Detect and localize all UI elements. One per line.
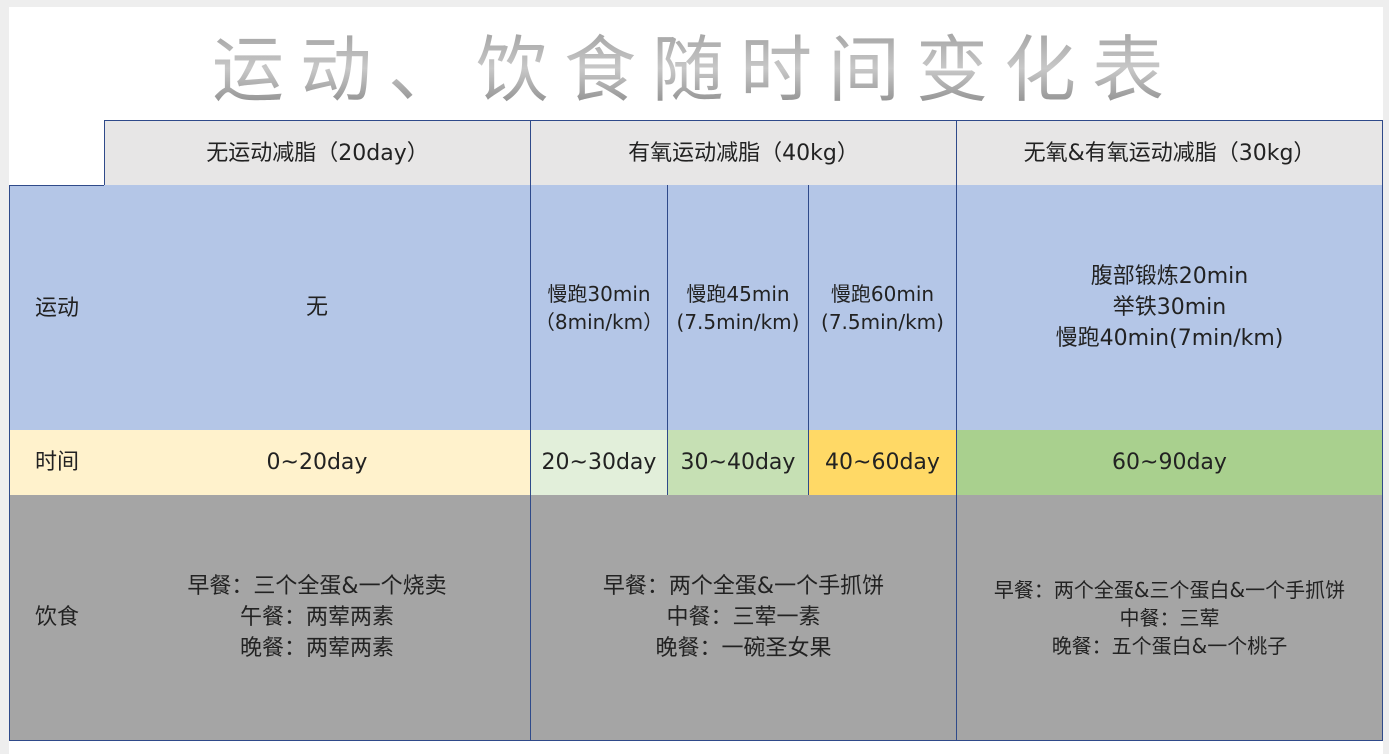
diet-line: 早餐：两个全蛋&三个蛋白&一个手抓饼	[993, 577, 1346, 602]
diet-line: 早餐：三个全蛋&一个烧卖	[187, 574, 447, 599]
time-phase2a: 20~30day	[531, 430, 668, 496]
exercise-line: 举铁30min	[1112, 295, 1227, 320]
header-label: 无运动减脂（20day）	[206, 140, 429, 166]
diet-line: 中餐：三荤一素	[666, 605, 821, 630]
diet-phase2: 早餐：两个全蛋&一个手抓饼 中餐：三荤一素 晚餐：一碗圣女果	[531, 495, 957, 741]
exercise-line: 慢跑45min	[686, 281, 790, 306]
row-label-time: 时间	[9, 430, 105, 496]
time-phase2c: 40~60day	[809, 430, 957, 496]
time-phase3: 60~90day	[957, 430, 1383, 496]
diet-phase1: 早餐：三个全蛋&一个烧卖 午餐：两荤两素 晚餐：两荤两素	[104, 495, 531, 741]
row-label-exercise: 运动	[9, 185, 105, 431]
header-label: 有氧运动减脂（40kg）	[628, 140, 859, 166]
row-label-diet: 饮食	[9, 495, 105, 741]
diet-phase3: 早餐：两个全蛋&三个蛋白&一个手抓饼 中餐：三荤 晚餐：五个蛋白&一个桃子	[957, 495, 1383, 741]
exercise-phase2a: 慢跑30min （8min/km）	[531, 185, 668, 431]
exercise-text: 无	[305, 295, 328, 320]
time-text: 40~60day	[825, 450, 940, 475]
exercise-phase2b: 慢跑45min (7.5min/km)	[668, 185, 809, 431]
time-phase1: 0~20day	[104, 430, 531, 496]
diet-line: 午餐：两荤两素	[239, 605, 394, 630]
exercise-phase2c: 慢跑60min (7.5min/km)	[809, 185, 957, 431]
exercise-line: (7.5min/km)	[676, 309, 800, 334]
time-phase2b: 30~40day	[668, 430, 809, 496]
exercise-phase3: 腹部锻炼20min 举铁30min 慢跑40min(7min/km)	[957, 185, 1383, 431]
time-text: 30~40day	[680, 450, 796, 475]
header-col-no-exercise: 无运动减脂（20day）	[104, 120, 531, 186]
page-title: 运动、饮食随时间变化表	[9, 7, 1383, 119]
diet-line: 中餐：三荤	[1119, 605, 1220, 630]
diet-line: 早餐：两个全蛋&一个手抓饼	[602, 574, 885, 599]
row-label-text: 时间	[34, 450, 79, 475]
header-label: 无氧&有氧运动减脂（30kg）	[1023, 140, 1316, 166]
time-text: 60~90day	[1112, 450, 1227, 475]
header-col-anaerobic-aerobic: 无氧&有氧运动减脂（30kg）	[957, 120, 1383, 186]
exercise-line: (7.5min/km)	[821, 309, 944, 334]
diet-line: 晚餐：五个蛋白&一个桃子	[1051, 633, 1288, 658]
header-col-aerobic: 有氧运动减脂（40kg）	[531, 120, 957, 186]
exercise-line: 慢跑30min	[547, 281, 651, 306]
slide: 运动、饮食随时间变化表 无运动减脂（20day） 有氧运动减脂（40kg） 无氧…	[9, 7, 1383, 754]
diet-line: 晚餐：一碗圣女果	[655, 636, 832, 661]
time-text: 20~30day	[541, 450, 657, 475]
diet-line: 晚餐：两荤两素	[239, 636, 394, 661]
row-label-text: 饮食	[34, 605, 79, 630]
exercise-phase1: 无	[104, 185, 531, 431]
time-text: 0~20day	[266, 450, 368, 475]
exercise-line: 慢跑40min(7min/km)	[1055, 326, 1284, 351]
exercise-line: 慢跑60min	[830, 281, 935, 306]
exercise-line: 腹部锻炼20min	[1090, 264, 1249, 289]
row-label-text: 运动	[34, 295, 79, 321]
exercise-line: （8min/km）	[534, 309, 664, 334]
